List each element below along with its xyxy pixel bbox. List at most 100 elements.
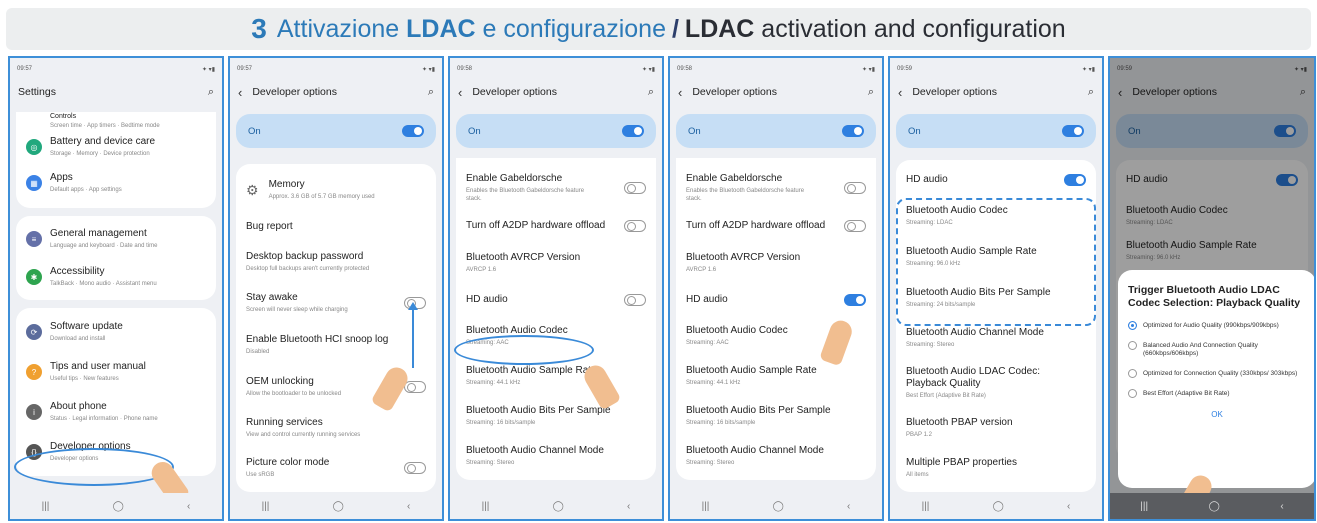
home-button[interactable]: ◯ bbox=[773, 501, 784, 512]
developer-options-master-toggle[interactable]: On bbox=[896, 114, 1096, 148]
title-italian: Attivazione LDAC e configurazione bbox=[276, 14, 666, 43]
toggle-switch[interactable] bbox=[844, 220, 866, 232]
toggle-switch[interactable] bbox=[402, 125, 424, 137]
screen-title: Settings bbox=[18, 86, 56, 98]
highlight-ellipse bbox=[454, 335, 594, 365]
list-item[interactable]: Enable Gabeldorsche Enables the Bluetooth… bbox=[676, 166, 876, 210]
status-bar: 09:58 ✦ ▾▮ bbox=[677, 66, 875, 73]
toggle-switch[interactable] bbox=[404, 462, 426, 474]
option-balanced[interactable]: Balanced Audio And Connection Quality (6… bbox=[1128, 341, 1306, 358]
highlight-ellipse bbox=[14, 448, 174, 486]
recent-apps-button[interactable]: ||| bbox=[482, 501, 490, 512]
developer-options-master-toggle[interactable]: On bbox=[456, 114, 656, 148]
home-button[interactable]: ◯ bbox=[993, 501, 1004, 512]
search-icon[interactable]: ⌕ bbox=[428, 86, 434, 99]
search-icon[interactable]: ⌕ bbox=[648, 86, 654, 99]
phone-developer-options-1: 09:57 ✦ ▾▮ ‹ Developer options ⌕ On ⚙ Mem… bbox=[228, 56, 444, 521]
list-item[interactable]: i About phone Status · Legal information … bbox=[16, 392, 216, 432]
list-item[interactable]: HD audio bbox=[896, 164, 1096, 196]
back-button[interactable]: ‹ bbox=[1280, 501, 1283, 512]
developer-options-master-toggle[interactable]: On bbox=[236, 114, 436, 148]
list-item[interactable]: ⟳ Software update Download and install bbox=[16, 312, 216, 352]
memory-icon: ⚙ bbox=[246, 181, 259, 198]
radio-unselected[interactable] bbox=[1128, 341, 1137, 350]
phone-ldac-dialog: 09:59 ✦ ▾▮ ‹ Developer options ⌕ On HD au… bbox=[1108, 56, 1316, 521]
ok-button[interactable]: OK bbox=[1128, 410, 1306, 419]
back-arrow-icon[interactable]: ‹ bbox=[678, 85, 682, 100]
phone-developer-options-2: 09:58 ✦ ▾▮ ‹ Developer options ⌕ On Enabl… bbox=[448, 56, 664, 521]
list-item[interactable]: ⚙ Memory Approx. 3.6 GB of 5.7 GB memory … bbox=[236, 168, 436, 212]
toggle-switch[interactable] bbox=[624, 220, 646, 232]
option-best-effort[interactable]: Best Effort (Adaptive Bit Rate) bbox=[1128, 389, 1306, 398]
list-item[interactable]: ✱ Accessibility TalkBack · Mono audio · A… bbox=[16, 258, 216, 296]
search-icon[interactable]: ⌕ bbox=[208, 86, 214, 99]
list-item[interactable]: Bluetooth Audio Sample Rate Streaming: 44… bbox=[676, 356, 876, 396]
settings-group-1: Controls Screen time · App timers · Bedti… bbox=[16, 112, 216, 208]
list-item[interactable]: HD audio bbox=[456, 284, 656, 316]
radio-selected[interactable] bbox=[1128, 321, 1137, 330]
list-item[interactable]: Turn off A2DP hardware offload bbox=[456, 210, 656, 242]
toggle-switch[interactable] bbox=[1062, 125, 1084, 137]
toggle-switch[interactable] bbox=[404, 381, 426, 393]
list-item[interactable]: ? Tips and user manual Useful tips · New … bbox=[16, 352, 216, 392]
search-icon[interactable]: ⌕ bbox=[868, 86, 874, 99]
list-item[interactable]: Bluetooth Audio LDAC Codec: Playback Qua… bbox=[896, 358, 1096, 408]
status-bar: 09:59 ✦ ▾▮ bbox=[897, 66, 1095, 73]
list-item[interactable]: Bluetooth AVRCP Version AVRCP 1.6 bbox=[676, 242, 876, 284]
radio-unselected[interactable] bbox=[1128, 369, 1137, 378]
home-button[interactable]: ◯ bbox=[113, 501, 124, 512]
home-button[interactable]: ◯ bbox=[1209, 501, 1220, 512]
back-arrow-icon[interactable]: ‹ bbox=[238, 85, 242, 100]
home-button[interactable]: ◯ bbox=[553, 501, 564, 512]
list-item[interactable]: Bluetooth Audio Channel Mode Streaming: S… bbox=[676, 436, 876, 476]
list-item[interactable]: ≡ General management Language and keyboar… bbox=[16, 220, 216, 258]
list-item[interactable]: Controls Screen time · App timers · Bedti… bbox=[16, 113, 216, 129]
list-item[interactable]: Running services View and control current… bbox=[236, 408, 436, 448]
radio-unselected[interactable] bbox=[1128, 389, 1137, 398]
list-item[interactable]: Enable Bluetooth HCI snoop log Disabled bbox=[236, 324, 436, 366]
toggle-switch[interactable] bbox=[842, 125, 864, 137]
list-item[interactable]: Bluetooth Audio Bits Per Sample Streaming… bbox=[456, 396, 656, 436]
dialog-title: Trigger Bluetooth Audio LDAC Codec Selec… bbox=[1128, 284, 1301, 309]
toggle-switch[interactable] bbox=[622, 125, 644, 137]
phone-developer-options-4: 09:59 ✦ ▾▮ ‹ Developer options ⌕ On HD au… bbox=[888, 56, 1104, 521]
list-item[interactable]: Bluetooth Audio Channel Mode Streaming: S… bbox=[456, 436, 656, 476]
list-item[interactable]: Bug report bbox=[236, 212, 436, 242]
recent-apps-button[interactable]: ||| bbox=[42, 501, 50, 512]
back-button[interactable]: ‹ bbox=[847, 501, 850, 512]
option-audio-quality[interactable]: Optimized for Audio Quality (990kbps/909… bbox=[1128, 321, 1306, 330]
back-arrow-icon[interactable]: ‹ bbox=[458, 85, 462, 100]
developer-options-master-toggle[interactable]: On bbox=[676, 114, 876, 148]
hd-audio-toggle[interactable] bbox=[844, 294, 866, 306]
home-button[interactable]: ◯ bbox=[333, 501, 344, 512]
hd-audio-toggle[interactable] bbox=[1064, 174, 1086, 186]
list-item[interactable]: Turn off A2DP hardware offload bbox=[676, 210, 876, 242]
app-bar: ‹ Developer options ⌕ bbox=[450, 80, 662, 104]
search-icon[interactable]: ⌕ bbox=[1088, 86, 1094, 99]
recent-apps-button[interactable]: ||| bbox=[1140, 501, 1148, 512]
list-item[interactable]: Bluetooth AVRCP Version AVRCP 1.6 bbox=[456, 242, 656, 284]
recent-apps-button[interactable]: ||| bbox=[922, 501, 930, 512]
back-arrow-icon[interactable]: ‹ bbox=[898, 85, 902, 100]
recent-apps-button[interactable]: ||| bbox=[702, 501, 710, 512]
list-item[interactable]: Enable Gabeldorsche Enables the Bluetooth… bbox=[456, 166, 656, 210]
list-item[interactable]: Multiple PBAP properties All items bbox=[896, 448, 1096, 488]
list-item[interactable]: ◎ Battery and device care Storage · Memor… bbox=[16, 128, 216, 166]
toggle-switch[interactable] bbox=[844, 182, 866, 194]
recent-apps-button[interactable]: ||| bbox=[262, 501, 270, 512]
back-button[interactable]: ‹ bbox=[407, 501, 410, 512]
list-item[interactable]: Bluetooth Audio Bits Per Sample Streaming… bbox=[676, 396, 876, 436]
option-connection-quality[interactable]: Optimized for Connection Quality (330kbp… bbox=[1128, 369, 1306, 378]
back-button[interactable]: ‹ bbox=[187, 501, 190, 512]
list-item[interactable]: ▦ Apps Default apps · App settings bbox=[16, 166, 216, 200]
list-item[interactable]: Stay awake Screen will never sleep while … bbox=[236, 282, 436, 324]
toggle-switch[interactable] bbox=[624, 182, 646, 194]
list-item[interactable]: Desktop backup password Desktop full back… bbox=[236, 242, 436, 282]
toggle-switch[interactable] bbox=[624, 294, 646, 306]
list-item[interactable]: HD audio bbox=[676, 284, 876, 316]
navigation-bar: ||| ◯ ‹ bbox=[670, 493, 882, 519]
back-button[interactable]: ‹ bbox=[627, 501, 630, 512]
back-button[interactable]: ‹ bbox=[1067, 501, 1070, 512]
list-item[interactable]: Picture color mode Use sRGB bbox=[236, 448, 436, 488]
list-item[interactable]: Bluetooth PBAP version PBAP 1.2 bbox=[896, 408, 1096, 448]
